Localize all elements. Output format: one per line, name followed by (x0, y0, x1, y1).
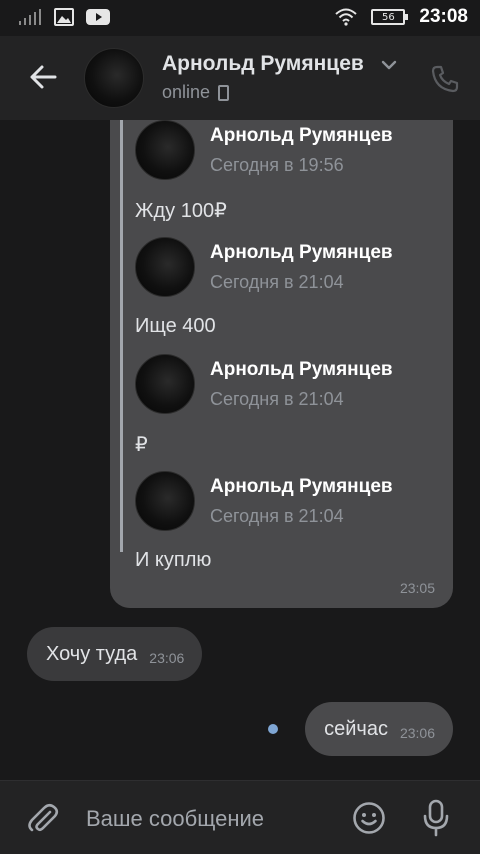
call-icon[interactable] (430, 64, 460, 94)
chat-header: Арнольд Румянцев online (0, 36, 480, 120)
outgoing-message[interactable]: сейчас 23:06 (305, 702, 453, 756)
forwarded-time: Сегодня в 21:04 (210, 272, 344, 292)
quote-bar (120, 120, 123, 552)
forwarded-time: Сегодня в 19:56 (210, 155, 344, 175)
avatar[interactable] (135, 471, 195, 531)
forwarded-time: Сегодня в 21:04 (210, 506, 344, 526)
contact-name[interactable]: Арнольд Румянцев (162, 52, 372, 76)
image-icon (54, 8, 74, 26)
unread-indicator (268, 724, 278, 734)
avatar[interactable] (84, 48, 144, 108)
forwarded-sender[interactable]: Арнольд Румянцев (210, 242, 393, 264)
message-composer (0, 780, 480, 854)
mobile-device-icon (218, 84, 230, 101)
emoji-icon[interactable] (352, 801, 386, 835)
forwarded-text: Ище 400 (135, 315, 216, 337)
forwarded-sender[interactable]: Арнольд Румянцев (210, 476, 393, 498)
status-time: 23:08 (419, 6, 468, 27)
message-list[interactable]: Арнольд Румянцев Сегодня в 19:56 Жду 100… (0, 120, 480, 780)
forwarded-sender[interactable]: Арнольд Румянцев (210, 125, 393, 147)
forwarded-text: И куплю (135, 549, 212, 571)
attach-icon[interactable] (26, 801, 60, 835)
microphone-icon[interactable] (422, 799, 450, 837)
forwarded-text: ₽ (135, 434, 148, 456)
back-arrow-icon[interactable] (28, 62, 58, 92)
chevron-down-icon[interactable] (380, 56, 398, 74)
message-text: сейчас (324, 717, 388, 740)
avatar[interactable] (135, 237, 195, 297)
avatar[interactable] (135, 354, 195, 414)
forwarded-text: Жду 100₽ (135, 200, 227, 222)
forwarded-messages-bubble[interactable]: Арнольд Румянцев Сегодня в 19:56 Жду 100… (110, 120, 453, 608)
online-status: online (162, 82, 230, 103)
message-text: Хочу туда (46, 642, 138, 665)
wifi-icon (335, 8, 358, 26)
avatar[interactable] (135, 120, 195, 180)
message-time: 23:05 (399, 580, 435, 596)
message-input[interactable] (86, 803, 326, 835)
signal-icon (19, 9, 41, 25)
message-time: 23:06 (399, 725, 435, 741)
status-bar: 56 23:08 (0, 0, 480, 36)
incoming-message[interactable]: Хочу туда 23:06 (27, 627, 203, 681)
battery-icon: 56 (371, 9, 409, 25)
youtube-icon (86, 9, 110, 25)
forwarded-sender[interactable]: Арнольд Румянцев (210, 359, 393, 381)
forwarded-time: Сегодня в 21:04 (210, 389, 344, 409)
message-time: 23:06 (149, 650, 185, 666)
